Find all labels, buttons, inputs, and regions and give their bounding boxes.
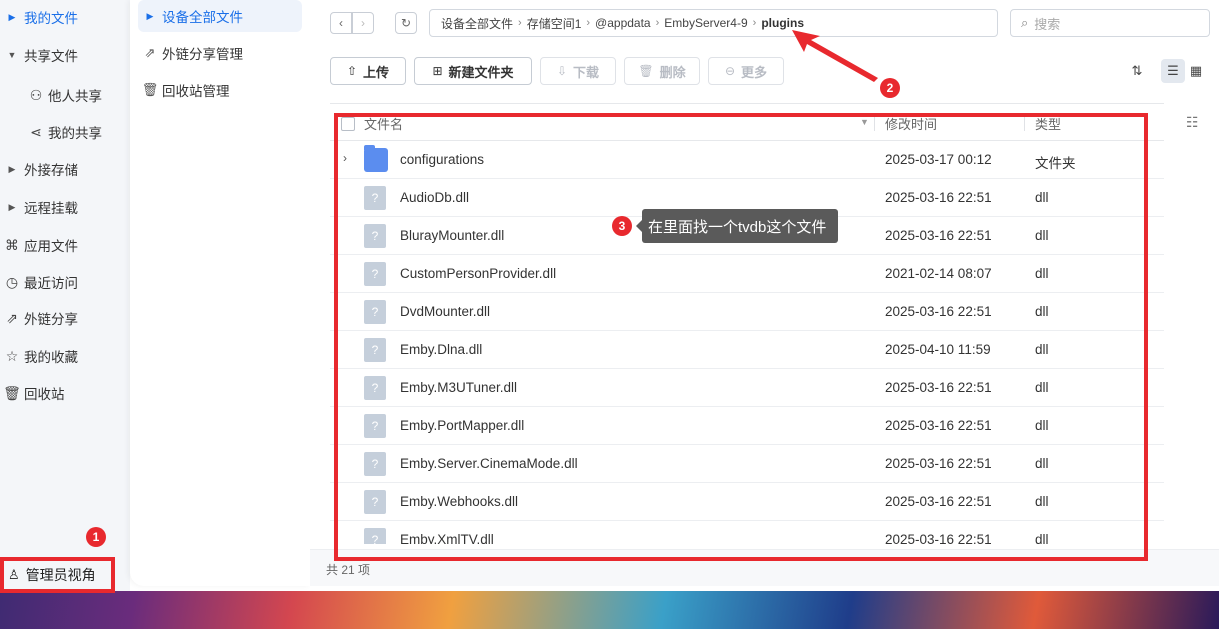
- annotation-badge-1: 1: [86, 527, 106, 547]
- nav-label: 最近访问: [24, 276, 78, 291]
- breadcrumb-item[interactable]: EmbyServer4-9: [664, 16, 747, 30]
- nav-label: 他人共享: [48, 89, 102, 104]
- breadcrumb: 设备全部文件 › 存储空间1 › @appdata › EmbyServer4-9 › …: [429, 9, 998, 37]
- chevron-right-icon: ›: [361, 16, 365, 30]
- download-button[interactable]: ⇩ 下载: [540, 57, 616, 85]
- annotation-tooltip: 在里面找一个tvdb这个文件: [635, 209, 839, 243]
- more-label: 更多: [741, 64, 768, 80]
- nav-external-storage[interactable]: ▶ 外接存储: [0, 154, 130, 184]
- app-window: ▶ 我的文件 ▼ 共享文件 ⚇ 他人共享 ⋖ 我的共享 ▶ 外接存储 ▶ 远程挂…: [0, 0, 1219, 593]
- search-placeholder: 搜索: [1034, 16, 1061, 32]
- nav-shared-files[interactable]: ▼ 共享文件: [0, 40, 130, 70]
- new-folder-label: 新建文件夹: [448, 64, 514, 80]
- annotation-highlight-box: [334, 113, 1148, 561]
- breadcrumb-item[interactable]: @appdata: [595, 16, 651, 30]
- breadcrumb-item[interactable]: 存储空间1: [527, 15, 582, 32]
- nav-recent[interactable]: ◷ 最近访问: [0, 267, 130, 297]
- nav-recycle-manage[interactable]: 🗑 回收站管理: [138, 74, 302, 106]
- list-view-button[interactable]: ☰: [1161, 59, 1185, 83]
- nav-label: 外链分享: [24, 312, 78, 327]
- nav-link-share-manage[interactable]: ⇗ 外链分享管理: [138, 37, 302, 69]
- chevron-right-icon: ›: [655, 17, 660, 29]
- nav-label: 远程挂载: [24, 201, 78, 216]
- link-share-icon: ⇗: [144, 45, 156, 60]
- sort-button[interactable]: ⇅: [1125, 59, 1149, 83]
- chevron-right-icon: ›: [518, 17, 522, 29]
- nav-recycle-bin[interactable]: 🗑 回收站: [0, 378, 130, 408]
- upload-label: 上传: [363, 64, 390, 80]
- nav-label: 外链分享管理: [162, 47, 243, 62]
- caret-right-icon: ▶: [146, 10, 154, 21]
- apps-icon: ⌘: [5, 236, 19, 253]
- nav-favorites[interactable]: ☆ 我的收藏: [0, 341, 130, 371]
- caret-right-icon: ▶: [8, 163, 16, 174]
- trash-icon: 🗑: [638, 64, 654, 78]
- share-icon: ⋖: [30, 123, 42, 140]
- refresh-button[interactable]: ↻: [395, 12, 417, 34]
- nav-label: 我的文件: [24, 11, 78, 26]
- folder-plus-icon: ⊞: [432, 64, 443, 78]
- nav-app-files[interactable]: ⌘ 应用文件: [0, 230, 130, 260]
- breadcrumb-item[interactable]: 设备全部文件: [441, 15, 513, 32]
- new-folder-button[interactable]: ⊞ 新建文件夹: [414, 57, 532, 85]
- column-settings-icon[interactable]: ☷: [1186, 114, 1199, 131]
- sort-icon: ⇅: [1131, 63, 1143, 78]
- search-icon: ⌕: [1021, 15, 1029, 30]
- link-share-icon: ⇗: [6, 309, 18, 326]
- nav-my-shares[interactable]: ⋖ 我的共享: [0, 117, 130, 147]
- nav-others-shared[interactable]: ⚇ 他人共享: [0, 80, 130, 110]
- nav-link-share[interactable]: ⇗ 外链分享: [0, 303, 130, 333]
- upload-icon: ⇧: [346, 64, 358, 78]
- more-button[interactable]: ⊖ 更多: [708, 57, 784, 85]
- nav-label: 设备全部文件: [162, 10, 243, 25]
- grid-icon: ▦: [1189, 63, 1203, 78]
- download-label: 下载: [573, 64, 600, 80]
- caret-right-icon: ▶: [8, 201, 16, 212]
- nav-label: 外接存储: [24, 163, 78, 178]
- more-icon: ⊖: [724, 64, 736, 78]
- user-icon: ♙: [8, 567, 20, 582]
- delete-button[interactable]: 🗑 删除: [624, 57, 700, 85]
- clock-icon: ◷: [5, 273, 19, 290]
- download-icon: ⇩: [556, 64, 568, 78]
- annotation-badge-2: 2: [880, 78, 900, 98]
- chevron-left-icon: ‹: [339, 16, 343, 30]
- item-count: 共 21 项: [326, 563, 371, 577]
- back-button[interactable]: ‹: [330, 12, 352, 34]
- nav-label: 应用文件: [24, 239, 78, 254]
- search-input[interactable]: ⌕ 搜索: [1010, 9, 1210, 37]
- primary-sidebar: ▶ 我的文件 ▼ 共享文件 ⚇ 他人共享 ⋖ 我的共享 ▶ 外接存储 ▶ 远程挂…: [0, 0, 130, 591]
- trash-icon: 🗑: [141, 82, 159, 97]
- upload-button[interactable]: ⇧ 上传: [330, 57, 406, 85]
- trash-icon: 🗑: [3, 384, 21, 401]
- caret-right-icon: ▶: [8, 11, 16, 22]
- secondary-sidebar: ▶ 设备全部文件 ⇗ 外链分享管理 🗑 回收站管理: [130, 0, 310, 586]
- users-icon: ⚇: [29, 86, 43, 103]
- list-icon: ☰: [1167, 63, 1179, 78]
- admin-view-label: 管理员视角: [25, 567, 96, 583]
- nav-label: 共享文件: [24, 49, 78, 64]
- admin-view-button[interactable]: ♙ 管理员视角: [0, 557, 115, 593]
- chevron-right-icon: ›: [752, 17, 757, 29]
- nav-label: 我的收藏: [24, 350, 78, 365]
- grid-view-button[interactable]: ▦: [1184, 59, 1208, 83]
- nav-label: 回收站管理: [162, 84, 230, 99]
- nav-device-all-files[interactable]: ▶ 设备全部文件: [138, 0, 302, 32]
- nav-remote-mount[interactable]: ▶ 远程挂载: [0, 192, 130, 222]
- forward-button[interactable]: ›: [352, 12, 374, 34]
- annotation-badge-3: 3: [612, 216, 632, 236]
- nav-label: 我的共享: [48, 126, 102, 141]
- nav-my-files[interactable]: ▶ 我的文件: [0, 2, 130, 32]
- refresh-icon: ↻: [400, 16, 412, 30]
- delete-label: 删除: [659, 64, 686, 80]
- arrow-head: [792, 30, 878, 82]
- star-icon: ☆: [5, 347, 19, 364]
- caret-down-icon: ▼: [7, 50, 17, 60]
- nav-label: 回收站: [24, 387, 65, 402]
- chevron-right-icon: ›: [586, 17, 591, 29]
